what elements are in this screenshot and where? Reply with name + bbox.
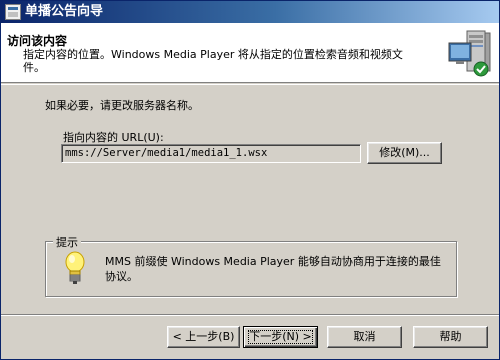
lightbulb-icon <box>65 251 85 284</box>
wizard-header: 访问该内容 指定内容的位置。Windows Media Player 将从指定的… <box>1 23 499 83</box>
help-button[interactable]: 帮助 <box>413 326 488 348</box>
cancel-button[interactable]: 取消 <box>327 326 402 348</box>
title-bar[interactable]: 单播公告向导 <box>1 1 499 23</box>
back-button[interactable]: < 上一步(B) <box>167 326 240 348</box>
media-server-icon <box>448 30 491 77</box>
tip-legend: 提示 <box>53 234 81 250</box>
focus-rect <box>248 330 313 344</box>
page-title: 访问该内容 <box>7 34 68 48</box>
page-description: 指定内容的位置。Windows Media Player 将从指定的位置检索音频… <box>23 48 403 74</box>
window-title: 单播公告向导 <box>25 4 104 19</box>
content-url-field[interactable]: mms://Server/media1/media1_1.wsx <box>61 144 361 163</box>
url-label: 指向内容的 URL(U): <box>63 131 164 144</box>
wizard-app-icon <box>5 4 21 20</box>
modify-button[interactable]: 修改(M)... <box>367 142 442 164</box>
tip-text: MMS 前缀使 Windows Media Player 能够自动协商用于连接的… <box>105 255 441 283</box>
footer-divider <box>1 314 499 316</box>
wizard-window: 单播公告向导 访问该内容 指定内容的位置。Windows Media Playe… <box>0 0 500 360</box>
server-name-prompt: 如果必要，请更改服务器名称。 <box>45 99 199 112</box>
next-button[interactable]: 下一步(N) > <box>243 326 318 348</box>
header-divider <box>1 84 499 85</box>
